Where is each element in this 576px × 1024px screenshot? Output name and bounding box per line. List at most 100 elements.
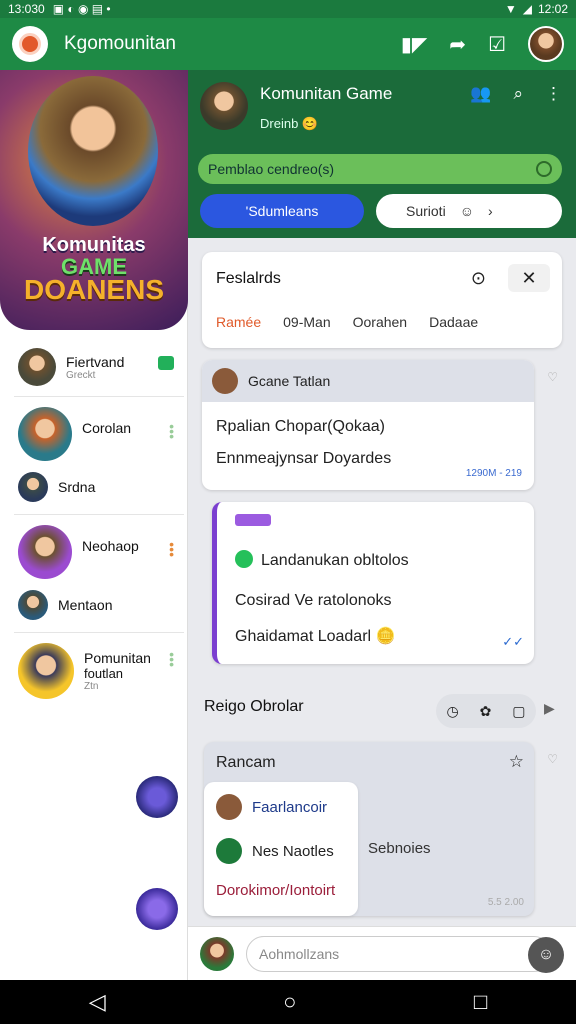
- clipboard-check-icon[interactable]: ☑: [488, 32, 506, 57]
- tab-filter-2[interactable]: 09-Man: [283, 314, 330, 330]
- avatar: [18, 643, 74, 699]
- label-tag: [235, 514, 271, 526]
- status-right-time: 12:02: [537, 2, 568, 16]
- list-item[interactable]: Dorokimor/Iontoirt: [216, 882, 335, 899]
- avatar: [18, 407, 72, 461]
- pinned-banner-label: Pemblao cendreo(s): [208, 161, 335, 177]
- tab-filter-4[interactable]: Dadaae: [429, 314, 478, 330]
- more-vertical-icon[interactable]: • • •: [169, 419, 174, 443]
- box-icon[interactable]: ▢: [512, 703, 525, 720]
- sidebar-item-sub: Ztn: [84, 681, 99, 692]
- sidebar-item-neohaop[interactable]: Neohaop • • •: [0, 522, 188, 582]
- search-icon[interactable]: ⌕: [513, 84, 523, 104]
- sidebar-item-fiertvand[interactable]: Fiertvand Greckt: [0, 342, 188, 392]
- chat-body: Feslalrds ⊙ ✕ Ramée 09-Man Oorahen Dadaa…: [188, 238, 576, 980]
- members-icon[interactable]: 👥: [470, 84, 491, 104]
- tab-filter-3[interactable]: Oorahen: [353, 314, 407, 330]
- whatsapp-icon: [235, 550, 253, 568]
- tab-filter-1[interactable]: Ramée: [216, 314, 261, 330]
- emoji-icon: ☺: [459, 203, 474, 219]
- reaction-icon[interactable]: ♡: [547, 752, 558, 766]
- clock: 13:030: [8, 2, 45, 16]
- sidebar: Komunitas GAME DOANENS Fiertvand Greckt …: [0, 70, 188, 980]
- status-bar: 13:030 ▣ ◐ ◉ ▤ • ▼ ◢ 12:02: [0, 0, 576, 18]
- avatar: [216, 794, 242, 820]
- list-item-label: Nes Naotles: [252, 842, 334, 860]
- sidebar-item-label: Corolan: [82, 420, 132, 436]
- message-input-bar: Aohmollzans ☺: [188, 926, 576, 980]
- sidebar-item-srdna[interactable]: Srdna: [0, 470, 188, 504]
- message-line: Cosirad Ve ratolonoks: [235, 592, 392, 609]
- sidebar-item-sub: Greckt: [66, 369, 96, 381]
- play-arrow-icon[interactable]: ▶: [544, 700, 555, 717]
- banner-line-3: DOANENS: [23, 274, 164, 305]
- list-item-label: Faarlancoir: [252, 798, 328, 816]
- star-icon[interactable]: ☆: [509, 752, 524, 772]
- game-shortcut-icon[interactable]: [136, 776, 178, 818]
- list-item[interactable]: Faarlancoir: [216, 794, 327, 820]
- notification-icons: ▣ ◐ ◉ ▤ •: [52, 2, 111, 16]
- group-name: Gcane Tatlan: [248, 373, 331, 389]
- recent-card: Rancam ☆ Faarlancoir Nes Naotles Dorokim…: [204, 742, 534, 916]
- avatar: [18, 525, 72, 579]
- avatar: [212, 368, 238, 394]
- bookmark-icon[interactable]: ▮◤: [401, 32, 427, 57]
- timestamp: 1290M - 219: [465, 468, 522, 479]
- online-badge-icon: [158, 356, 174, 370]
- sidebar-item-label: Mentaon: [58, 597, 113, 613]
- sidebar-item-label: Srdna: [58, 479, 96, 495]
- read-check-icon: ✓✓: [502, 634, 524, 649]
- chevron-right-icon: ›: [487, 203, 493, 219]
- message-card[interactable]: Landanukan obltolos Cosirad Ve ratolonok…: [212, 502, 534, 664]
- message-input[interactable]: Aohmollzans: [246, 936, 552, 972]
- camera-icon[interactable]: ⊙: [471, 268, 486, 289]
- sidebar-item-mentaon[interactable]: Mentaon: [0, 588, 188, 622]
- message-line: Rpalian Chopar(Qokaa): [216, 418, 385, 435]
- message-line: Ghaidamat Loadarl: [235, 628, 372, 645]
- community-banner[interactable]: Komunitas GAME DOANENS: [0, 70, 188, 330]
- filter-card: Feslalrds ⊙ ✕ Ramée 09-Man Oorahen Dadaa…: [202, 252, 562, 348]
- controller-shortcut-icon[interactable]: [136, 888, 178, 930]
- coin-icon: 🪙: [375, 628, 396, 645]
- more-vertical-icon[interactable]: • • •: [169, 537, 174, 561]
- home-icon[interactable]: ○: [283, 989, 296, 1015]
- secondary-button-label: Surioti: [406, 203, 446, 219]
- group-message-card[interactable]: Gcane Tatlan Rpalian Chopar(Qokaa) Ennme…: [202, 360, 534, 490]
- secondary-button[interactable]: Surioti ☺ ›: [376, 194, 562, 228]
- reaction-icon[interactable]: ♡: [547, 370, 558, 384]
- emoji-icon: 😊: [301, 116, 319, 131]
- recents-icon[interactable]: □: [474, 989, 487, 1015]
- group-avatar[interactable]: [200, 82, 248, 130]
- chat-title: Komunitan Game: [260, 84, 393, 103]
- message-line: Ennmeajynsar Doyardes: [216, 450, 392, 467]
- section-toolbar: ◷ ✿ ▢: [436, 694, 536, 728]
- close-button[interactable]: ✕: [508, 264, 550, 292]
- paw-icon[interactable]: ✿: [480, 703, 492, 720]
- leaf-icon: [216, 838, 242, 864]
- app-logo[interactable]: [12, 26, 48, 62]
- primary-button[interactable]: 'Sdumleans: [200, 194, 364, 228]
- sidebar-item-corolan[interactable]: Corolan • • •: [0, 404, 188, 464]
- wifi-icon: ▼: [504, 2, 517, 16]
- app-title: Kgomounitan: [64, 33, 176, 54]
- back-icon[interactable]: ◁: [89, 989, 106, 1015]
- more-vertical-icon[interactable]: ⋮: [545, 84, 562, 104]
- avatar: [18, 472, 48, 502]
- signal-icon: ◢: [522, 2, 532, 16]
- chat-header: Komunitan Game Dreinb 😊 👥 ⌕ ⋮ Pemblao ce…: [188, 70, 576, 238]
- app-bar: Kgomounitan ▮◤ ➦ ☑: [0, 18, 576, 70]
- sidebar-item-pomunitan[interactable]: Pomunitan foutlan Ztn • • •: [0, 640, 188, 702]
- soldier-character-image: [28, 76, 158, 226]
- send-icon[interactable]: ☺: [528, 937, 564, 973]
- timer-icon[interactable]: ◷: [446, 703, 458, 720]
- avatar[interactable]: [200, 937, 234, 971]
- more-vertical-icon[interactable]: • • •: [169, 647, 174, 671]
- list-item[interactable]: Nes Naotles: [216, 838, 334, 864]
- pinned-banner[interactable]: Pemblao cendreo(s): [198, 154, 562, 184]
- list-item-label: Dorokimor/Iontoirt: [216, 882, 336, 899]
- share-icon[interactable]: ➦: [449, 32, 466, 57]
- chat-subtitle: Dreinb: [260, 116, 299, 131]
- system-nav-bar: ◁ ○ □: [0, 980, 576, 1024]
- profile-avatar[interactable]: [528, 26, 564, 62]
- recent-side-label: Sebnoies: [368, 840, 431, 857]
